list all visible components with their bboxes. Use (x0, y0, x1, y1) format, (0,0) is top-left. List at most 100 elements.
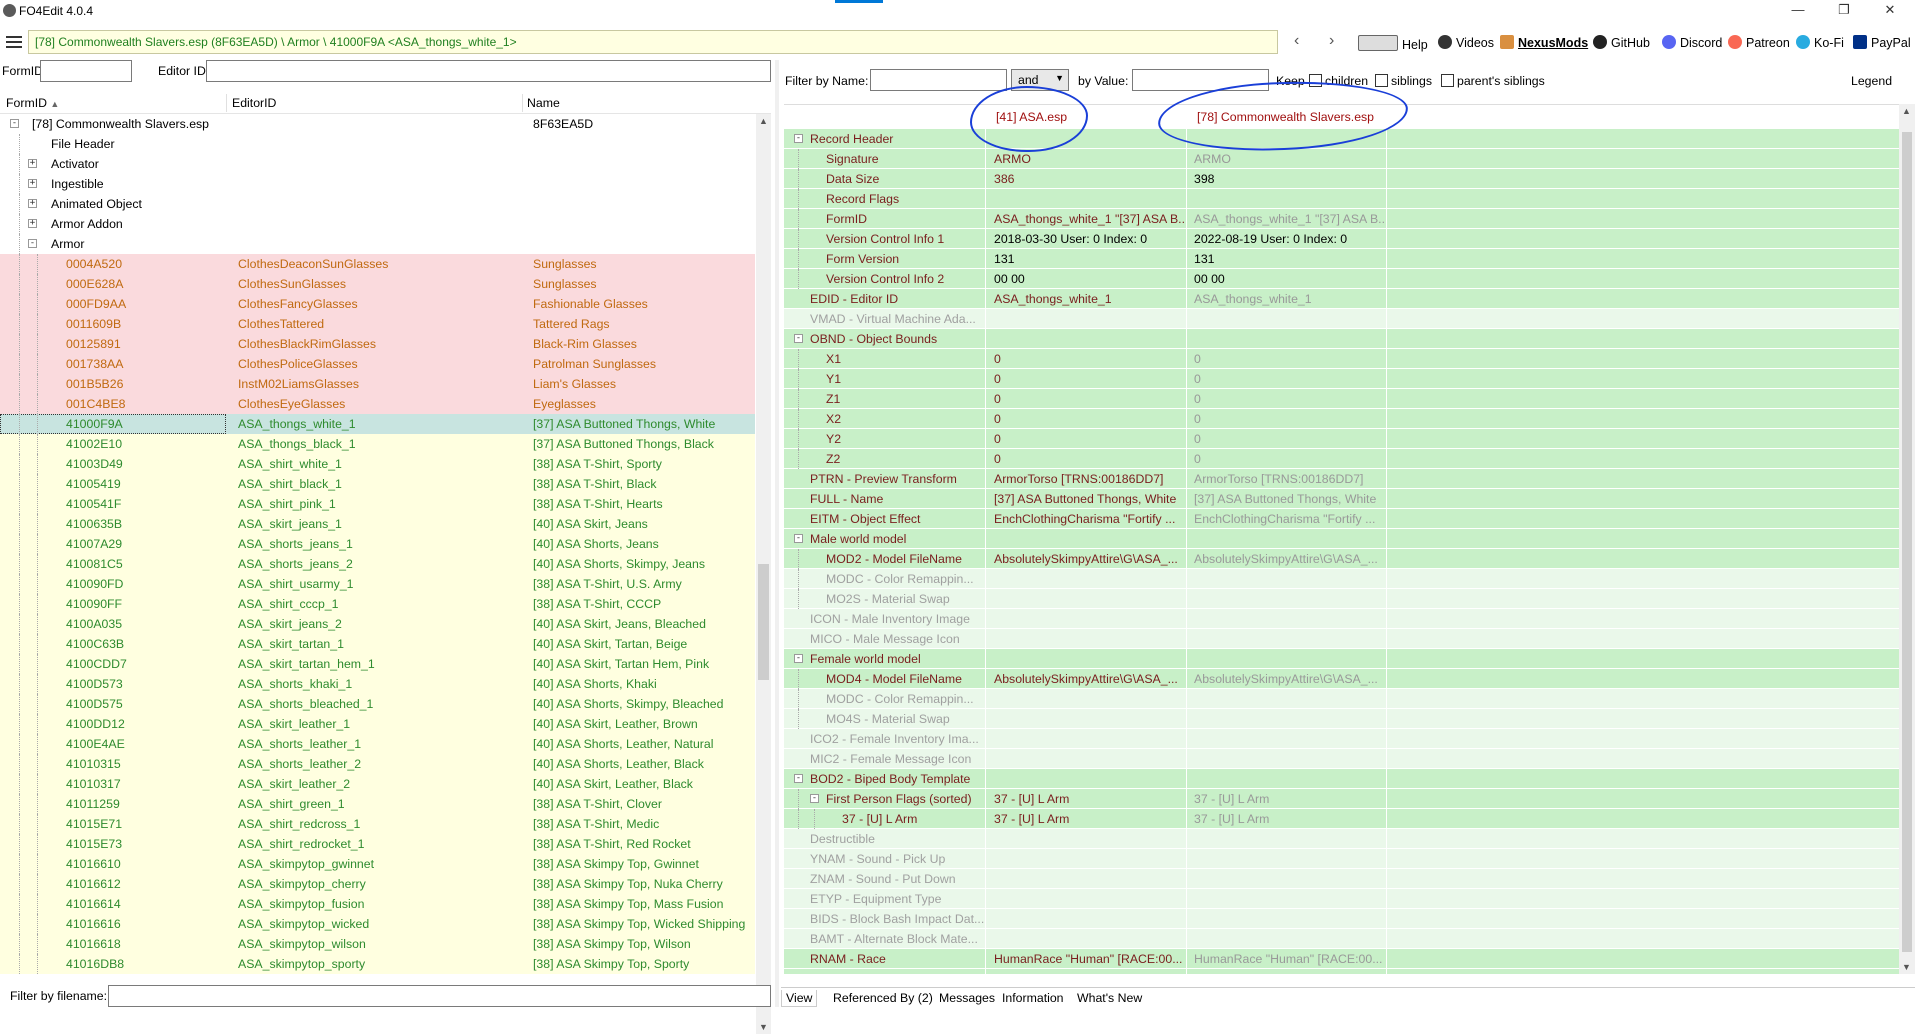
help-link[interactable]: Help (1358, 35, 1428, 52)
grid-row[interactable]: ETYP - Equipment Type (784, 889, 1899, 909)
value-asa[interactable]: 0 (988, 389, 1184, 409)
grid-row[interactable]: Version Control Info 1 2018-03-30 User: 0… (784, 229, 1899, 249)
scroll-up-icon[interactable]: ▲ (1902, 106, 1911, 116)
menu-icon[interactable] (6, 36, 22, 48)
grid-row[interactable]: MICO - Male Message Icon (784, 629, 1899, 649)
value-asa[interactable]: 37 - [U] L Arm (988, 789, 1184, 809)
value-commonwealth-slavers[interactable]: ASA_thongs_white_1 (1188, 289, 1384, 309)
tree-row[interactable]: 4100D575 ASA_shorts_bleached_1 [40] ASA Sh… (0, 694, 755, 714)
value-asa[interactable]: 37 - [U] L Arm (988, 809, 1184, 829)
tree-row[interactable]: 4100635B ASA_skirt_jeans_1 [40] ASA Skirt,… (0, 514, 755, 534)
value-asa[interactable]: HumanRace "Human" [RACE:00... (988, 949, 1184, 969)
tree-row[interactable]: 41002E10 ASA_thongs_black_1 [37] ASA Butto… (0, 434, 755, 454)
tree-row[interactable]: 4100D573 ASA_shorts_khaki_1 [40] ASA Short… (0, 674, 755, 694)
paypal-link[interactable]: PayPal (1853, 35, 1911, 50)
grid-row[interactable]: ZNAM - Sound - Put Down (784, 869, 1899, 889)
value-commonwealth-slavers[interactable]: ARMO (1188, 149, 1384, 169)
grid-row[interactable]: Data Size 386 398 (784, 169, 1899, 189)
tree-row[interactable]: 41016DB8 ASA_skimpytop_sporty [38] ASA Ski… (0, 954, 755, 974)
siblings-checkbox[interactable]: siblings (1375, 74, 1432, 88)
tab-referenced-by[interactable]: Referenced By (2) (829, 990, 937, 1006)
expand-icon[interactable]: + (28, 219, 37, 228)
formid-input[interactable] (40, 60, 132, 82)
tree-row[interactable]: + Armor Addon (0, 214, 755, 234)
grid-row[interactable]: RNAM - Race HumanRace "Human" [RACE:00...… (784, 949, 1899, 969)
tree-row[interactable]: File Header (0, 134, 755, 154)
legend-button[interactable]: Legend (1851, 74, 1892, 88)
scroll-up-icon[interactable]: ▲ (759, 116, 768, 126)
scroll-down-icon[interactable]: ▼ (759, 1022, 768, 1032)
discord-link[interactable]: Discord (1662, 35, 1722, 50)
nexusmods-link[interactable]: NexusMods (1500, 35, 1588, 50)
scrollbar-thumb[interactable] (758, 564, 769, 680)
tree-row[interactable]: 410090FD ASA_shirt_usarmy_1 [38] ASA T-Shi… (0, 574, 755, 594)
column-separator[interactable] (522, 94, 523, 112)
tree-row[interactable]: 001B5B26 InstM02LiamsGlasses Liam's Glasse… (0, 374, 755, 394)
value-asa[interactable]: 0 (988, 369, 1184, 389)
tree-row[interactable]: 001C4BE8 ClothesEyeGlasses Eyeglasses (0, 394, 755, 414)
value-commonwealth-slavers[interactable]: 0 (1188, 449, 1384, 469)
videos-link[interactable]: Videos (1438, 35, 1494, 50)
value-commonwealth-slavers[interactable]: 0 (1188, 429, 1384, 449)
column-name[interactable]: Name (527, 96, 560, 110)
value-commonwealth-slavers[interactable]: 2022-08-19 User: 0 Index: 0 (1188, 229, 1384, 249)
value-commonwealth-slavers[interactable]: AbsolutelySkimpyAttire\G\ASA_... (1188, 549, 1384, 569)
value-asa[interactable]: ArmorTorso [TRNS:00186DD7] (988, 469, 1184, 489)
expand-icon[interactable]: + (28, 199, 37, 208)
tree-row[interactable]: 41007A29 ASA_shorts_jeans_1 [40] ASA Short… (0, 534, 755, 554)
column-editorid[interactable]: EditorID (232, 96, 276, 110)
tree-row[interactable]: 4100541F ASA_shirt_pink_1 [38] ASA T-Shirt… (0, 494, 755, 514)
grid-row[interactable]: FormID ASA_thongs_white_1 "[37] ASA B... A… (784, 209, 1899, 229)
tree-row[interactable]: 41016614 ASA_skimpytop_fusion [38] ASA Ski… (0, 894, 755, 914)
close-button[interactable]: ✕ (1867, 0, 1913, 22)
grid-row[interactable]: PTRN - Preview Transform ArmorTorso [TRNS… (784, 469, 1899, 489)
value-asa[interactable]: 2018-03-30 User: 0 Index: 0 (988, 229, 1184, 249)
back-arrow-icon[interactable]: ‹ (1294, 32, 1299, 50)
patreon-link[interactable]: Patreon (1728, 35, 1790, 50)
grid-row[interactable]: Version Control Info 2 00 00 00 00 (784, 269, 1899, 289)
tree-row[interactable]: 4100C63B ASA_skirt_tartan_1 [40] ASA Skirt… (0, 634, 755, 654)
grid-row[interactable]: Form Version 131 131 (784, 249, 1899, 269)
tree-row[interactable]: 410081C5 ASA_shorts_jeans_2 [40] ASA Short… (0, 554, 755, 574)
value-commonwealth-slavers[interactable]: HumanRace "Human" [RACE:00... (1188, 949, 1384, 969)
tree-row[interactable]: + Animated Object (0, 194, 755, 214)
grid-row[interactable]: MODC - Color Remappin... (784, 569, 1899, 589)
grid-row[interactable]: Destructible (784, 829, 1899, 849)
expand-icon[interactable]: + (28, 159, 37, 168)
collapse-icon[interactable]: - (28, 239, 37, 248)
tree-row[interactable]: + Activator (0, 154, 755, 174)
editorid-input[interactable] (206, 60, 771, 82)
grid-row[interactable]: BIDS - Block Bash Impact Dat... (784, 909, 1899, 929)
grid-row[interactable]: X2 0 0 (784, 409, 1899, 429)
value-asa[interactable]: [37] ASA Buttoned Thongs, White (988, 489, 1184, 509)
forward-arrow-icon[interactable]: › (1329, 32, 1334, 50)
scroll-down-icon[interactable]: ▼ (1902, 962, 1911, 972)
grid-row[interactable]: - First Person Flags (sorted) 37 - [U] L A… (784, 789, 1899, 809)
tree-row[interactable]: 410090FF ASA_shirt_cccp_1 [38] ASA T-Shirt… (0, 594, 755, 614)
tree-row[interactable]: 41016612 ASA_skimpytop_cherry [38] ASA Ski… (0, 874, 755, 894)
grid-row[interactable]: MO4S - Material Swap (784, 709, 1899, 729)
grid-row[interactable]: Record Flags (784, 189, 1899, 209)
collapse-icon[interactable]: - (794, 334, 803, 343)
value-commonwealth-slavers[interactable]: 37 - [U] L Arm (1188, 789, 1384, 809)
grid-row[interactable]: MO2S - Material Swap (784, 589, 1899, 609)
github-link[interactable]: GitHub (1593, 35, 1650, 50)
grid-row[interactable]: - Female world model (784, 649, 1899, 669)
tree-row[interactable]: 4100E4AE ASA_shorts_leather_1 [40] ASA Sho… (0, 734, 755, 754)
tree-row[interactable]: 41010317 ASA_skirt_leather_2 [40] ASA Skir… (0, 774, 755, 794)
value-asa[interactable]: AbsolutelySkimpyAttire\G\ASA_... (988, 549, 1184, 569)
grid-row[interactable]: EITM - Object Effect EnchClothingCharisma… (784, 509, 1899, 529)
value-commonwealth-slavers[interactable]: AbsolutelySkimpyAttire\G\ASA_... (1188, 669, 1384, 689)
grid-row[interactable]: BAMT - Alternate Block Mate... (784, 929, 1899, 949)
value-asa[interactable]: ASA_thongs_white_1 "[37] ASA B... (988, 209, 1184, 229)
collapse-icon[interactable]: - (10, 119, 19, 128)
value-asa[interactable]: 0 (988, 429, 1184, 449)
value-asa[interactable]: 00 00 (988, 269, 1184, 289)
tree-row[interactable]: + Ingestible (0, 174, 755, 194)
restore-button[interactable]: ❐ (1821, 0, 1867, 22)
tree-row[interactable]: 41011259 ASA_shirt_green_1 [38] ASA T-Shir… (0, 794, 755, 814)
collapse-icon[interactable]: - (810, 794, 819, 803)
grid-row[interactable]: - BOD2 - Biped Body Template (784, 769, 1899, 789)
column-separator[interactable] (226, 94, 227, 112)
value-asa[interactable]: 386 (988, 169, 1184, 189)
